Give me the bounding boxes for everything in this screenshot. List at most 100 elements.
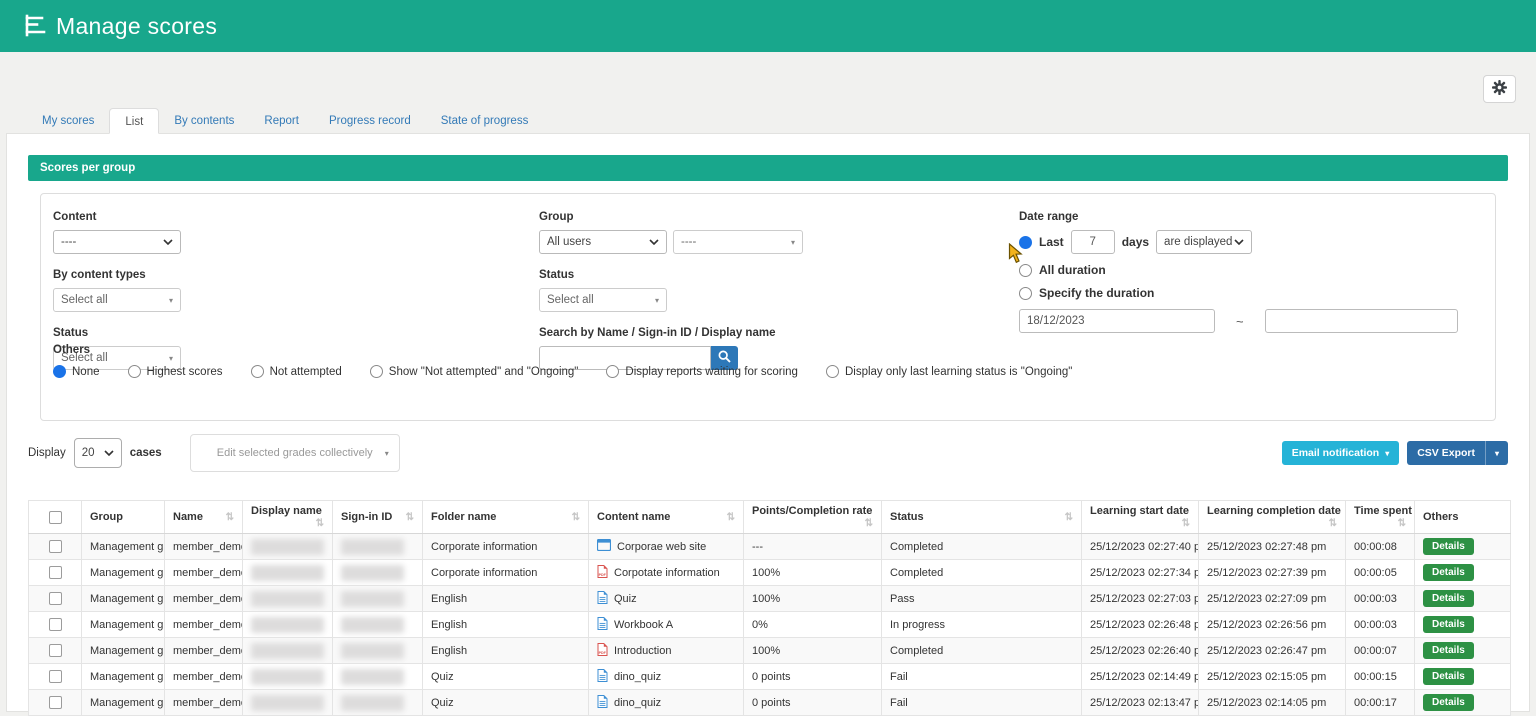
group-cell: Management group (82, 612, 165, 638)
name-cell: member_demo5 (165, 638, 243, 664)
details-button[interactable]: Details (1423, 616, 1474, 633)
column-header-display-name[interactable]: Display name⇅ (243, 501, 333, 534)
others-option-label: Not attempted (270, 366, 342, 378)
tab-progress-record[interactable]: Progress record (314, 108, 426, 134)
chevron-down-icon (163, 239, 173, 245)
details-button[interactable]: Details (1423, 590, 1474, 607)
tab-report[interactable]: Report (249, 108, 314, 134)
others-option-3[interactable]: Show "Not attempted" and "Ongoing" (370, 365, 579, 378)
email-notification-button[interactable]: Email notification ▾ (1282, 441, 1400, 465)
column-header-time-spent[interactable]: Time spent⇅ (1346, 501, 1415, 534)
radio-icon[interactable] (251, 365, 264, 378)
column-header-group: Group (82, 501, 165, 534)
others-option-1[interactable]: Highest scores (128, 365, 223, 378)
sort-icon[interactable]: ⇅ (406, 512, 414, 523)
tab-my-scores[interactable]: My scores (27, 108, 109, 134)
row-checkbox[interactable] (49, 540, 62, 553)
learning-start-date-cell[interactable]: 25/12/2023 02:26:40 pm (1082, 638, 1199, 664)
others-option-5[interactable]: Display only last learning status is "On… (826, 365, 1072, 378)
others-label: Others (53, 344, 1072, 356)
scores-table: GroupName⇅Display name⇅Sign-in ID⇅Folder… (28, 500, 1511, 716)
learning-start-date-cell[interactable]: 25/12/2023 02:27:03 pm (1082, 586, 1199, 612)
content-types-select[interactable]: Select all ▾ (53, 288, 181, 312)
learning-completion-date-cell: 25/12/2023 02:26:47 pm (1199, 638, 1346, 664)
details-button[interactable]: Details (1423, 694, 1474, 711)
radio-icon[interactable] (826, 365, 839, 378)
column-header-sign-in-id[interactable]: Sign-in ID⇅ (333, 501, 423, 534)
sort-icon[interactable]: ⇅ (727, 512, 735, 523)
row-checkbox[interactable] (49, 644, 62, 657)
group-sub-select[interactable]: ---- ▾ (673, 230, 803, 254)
sort-icon[interactable]: ⇅ (316, 518, 324, 529)
row-checkbox[interactable] (49, 618, 62, 631)
details-button[interactable]: Details (1423, 642, 1474, 659)
content-types-select-value: Select all (61, 294, 108, 306)
row-checkbox[interactable] (49, 696, 62, 709)
display-name-cell (243, 690, 333, 716)
radio-icon[interactable] (370, 365, 383, 378)
column-header-folder-name[interactable]: Folder name⇅ (423, 501, 589, 534)
learning-completion-date-cell: 25/12/2023 02:15:05 pm (1199, 664, 1346, 690)
group-label: Group (539, 211, 803, 223)
select-all-checkbox[interactable] (49, 511, 62, 524)
points-cell: 100% (744, 638, 882, 664)
sort-icon[interactable]: ⇅ (572, 512, 580, 523)
tab-state-of-progress[interactable]: State of progress (426, 108, 544, 134)
radio-specify-duration[interactable] (1019, 287, 1032, 300)
displayed-select[interactable]: are displayed (1156, 230, 1252, 254)
column-header-status[interactable]: Status⇅ (882, 501, 1082, 534)
radio-icon[interactable] (606, 365, 619, 378)
settings-button[interactable] (1483, 75, 1516, 103)
others-option-0[interactable]: None (53, 365, 100, 378)
csv-export-button[interactable]: CSV Export ▾ (1407, 441, 1508, 465)
time-spent-cell: 00:00:17 (1346, 690, 1415, 716)
group-select[interactable]: All users (539, 230, 667, 254)
bulk-edit-select[interactable]: Edit selected grades collectively ▾ (190, 434, 400, 472)
sort-icon[interactable]: ⇅ (865, 518, 873, 529)
column-header-learning-start-date[interactable]: Learning start date⇅ (1082, 501, 1199, 534)
caret-down-icon: ▾ (1486, 449, 1508, 458)
sort-icon[interactable]: ⇅ (226, 512, 234, 523)
content-select[interactable]: ---- (53, 230, 181, 254)
status-mid-select[interactable]: Select all ▾ (539, 288, 667, 312)
last-days-input[interactable] (1071, 230, 1115, 254)
group-select-value: All users (547, 236, 591, 248)
row-checkbox[interactable] (49, 566, 62, 579)
column-header-content-name[interactable]: Content name⇅ (589, 501, 744, 534)
sort-icon[interactable]: ⇅ (1329, 518, 1337, 529)
content-name-label: Corporae web site (617, 541, 706, 553)
redacted-display-name (251, 591, 324, 607)
sort-icon[interactable]: ⇅ (1065, 512, 1073, 523)
row-checkbox[interactable] (49, 670, 62, 683)
radio-last-days[interactable] (1019, 236, 1032, 249)
learning-start-date-cell[interactable]: 25/12/2023 02:14:49 pm (1082, 664, 1199, 690)
row-checkbox[interactable] (49, 592, 62, 605)
learning-start-date-cell[interactable]: 25/12/2023 02:26:48 pm (1082, 612, 1199, 638)
radio-icon[interactable] (53, 365, 66, 378)
date-to-input[interactable] (1265, 309, 1458, 333)
tab-by-contents[interactable]: By contents (159, 108, 249, 134)
tab-list[interactable]: List (109, 108, 159, 134)
sort-icon[interactable]: ⇅ (1398, 518, 1406, 529)
details-button[interactable]: Details (1423, 668, 1474, 685)
details-button[interactable]: Details (1423, 538, 1474, 555)
display-count-select[interactable]: 20 (74, 438, 122, 468)
details-button[interactable]: Details (1423, 564, 1474, 581)
date-from-input[interactable] (1019, 309, 1215, 333)
radio-icon[interactable] (128, 365, 141, 378)
filter-column-right: Date range Last days are displayed All d… (1019, 211, 1458, 342)
learning-start-date-cell[interactable]: 25/12/2023 02:27:34 pm (1082, 560, 1199, 586)
column-header-name[interactable]: Name⇅ (165, 501, 243, 534)
column-header-learning-completion-date[interactable]: Learning completion date⇅ (1199, 501, 1346, 534)
sort-icon[interactable]: ⇅ (1182, 518, 1190, 529)
radio-all-duration[interactable] (1019, 264, 1032, 277)
redacted-display-name (251, 565, 324, 581)
others-option-2[interactable]: Not attempted (251, 365, 342, 378)
others-option-4[interactable]: Display reports waiting for scoring (606, 365, 798, 378)
learning-start-date-cell[interactable]: 25/12/2023 02:27:40 pm (1082, 534, 1199, 560)
learning-start-date-cell[interactable]: 25/12/2023 02:13:47 pm (1082, 690, 1199, 716)
others-cell: Details (1415, 534, 1511, 560)
folder-name-cell: Corporate information (423, 560, 589, 586)
folder-name-cell: English (423, 586, 589, 612)
column-header-points-completion-rate[interactable]: Points/Completion rate⇅ (744, 501, 882, 534)
